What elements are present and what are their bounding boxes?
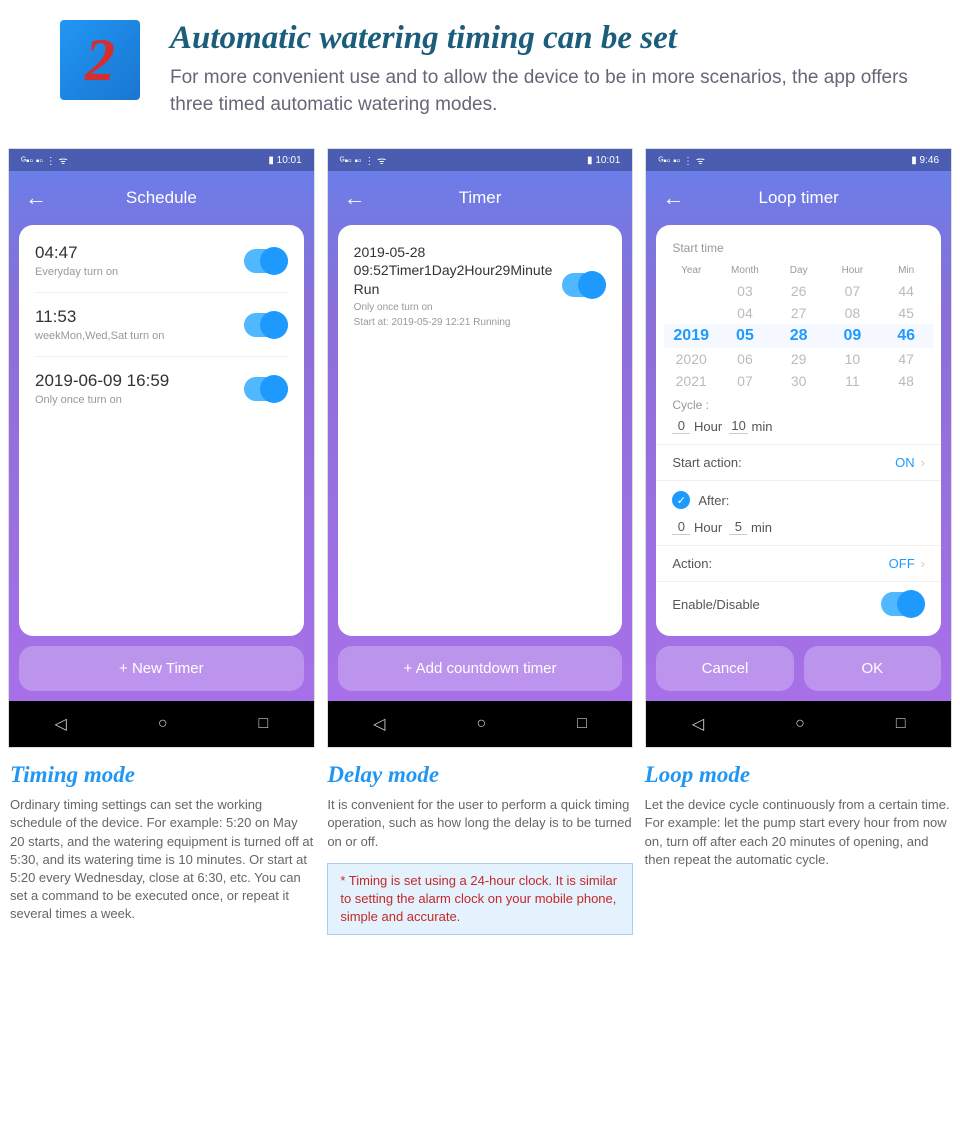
mode-loop: Loop mode Let the device cycle continuou… — [645, 762, 950, 935]
nav-back-icon[interactable]: ◁ — [692, 714, 704, 734]
mode-title: Delay mode — [327, 762, 632, 788]
toggle[interactable] — [244, 377, 288, 401]
start-time-label: Start time — [656, 235, 941, 261]
clock-note: * Timing is set using a 24-hour clock. I… — [327, 863, 632, 936]
status-bar: ᴳ▪▫ ▪▫ ⋮ ᯤ ▮ 10:01 — [9, 149, 314, 171]
after-check-row[interactable]: ✓ After: — [656, 480, 941, 519]
nav-recent-icon[interactable]: □ — [258, 715, 268, 733]
android-navbar: ◁ ○ □ — [9, 701, 314, 747]
toggle[interactable] — [881, 592, 925, 616]
phone-loop: ᴳ▪▫ ▪▫ ⋮ ᯤ ▮ 9:46 ← Loop timer Start tim… — [645, 148, 952, 748]
mode-body: Ordinary timing settings can set the wor… — [10, 796, 315, 923]
action-row[interactable]: Action: OFF › — [656, 545, 941, 581]
back-icon[interactable]: ← — [662, 185, 684, 211]
mode-body: It is convenient for the user to perform… — [327, 796, 632, 851]
status-bar: ᴳ▪▫ ▪▫ ⋮ ᯤ ▮ 10:01 — [328, 149, 633, 171]
back-icon[interactable]: ← — [344, 185, 366, 211]
check-icon[interactable]: ✓ — [672, 491, 690, 509]
toggle[interactable] — [244, 249, 288, 273]
cycle-label: Cycle : — [656, 392, 941, 418]
android-navbar: ◁ ○ □ — [646, 701, 951, 747]
screen-title: Schedule — [47, 188, 276, 208]
nav-recent-icon[interactable]: □ — [577, 715, 587, 733]
phone-schedule: ᴳ▪▫ ▪▫ ⋮ ᯤ ▮ 10:01 ← Schedule 04:47Every… — [8, 148, 315, 748]
signal-icon: ᴳ▪▫ ▪▫ ⋮ ᯤ — [21, 153, 68, 167]
section-number-badge: 2 — [60, 20, 140, 100]
nav-home-icon[interactable]: ○ — [158, 715, 168, 733]
cycle-input[interactable]: 0 Hour 10 min — [656, 418, 941, 444]
back-icon[interactable]: ← — [25, 185, 47, 211]
battery-icon: ▮ — [587, 155, 593, 166]
signal-icon: ᴳ▪▫ ▪▫ ⋮ ᯤ — [340, 153, 387, 167]
nav-home-icon[interactable]: ○ — [476, 715, 486, 733]
screen-title: Loop timer — [684, 188, 913, 208]
mode-title: Timing mode — [10, 762, 315, 788]
section-title: Automatic watering timing can be set — [170, 20, 930, 57]
signal-icon: ᴳ▪▫ ▪▫ ⋮ ᯤ — [658, 153, 705, 167]
toggle[interactable] — [244, 313, 288, 337]
mode-body: Let the device cycle continuously from a… — [645, 796, 950, 869]
cancel-button[interactable]: Cancel — [656, 646, 793, 691]
mode-delay: Delay mode It is convenient for the user… — [327, 762, 632, 935]
screen-title: Timer — [366, 188, 595, 208]
ok-button[interactable]: OK — [804, 646, 941, 691]
new-timer-button[interactable]: + New Timer — [19, 646, 304, 691]
timer-row[interactable]: 2019-05-28 09:52Timer1Day2Hour29Minute R… — [354, 229, 607, 342]
toggle[interactable] — [562, 273, 606, 297]
start-action-row[interactable]: Start action: ON › — [656, 444, 941, 480]
mode-title: Loop mode — [645, 762, 950, 788]
phone-timer: ᴳ▪▫ ▪▫ ⋮ ᯤ ▮ 10:01 ← Timer 2019-05-28 09… — [327, 148, 634, 748]
add-countdown-button[interactable]: + Add countdown timer — [338, 646, 623, 691]
status-bar: ᴳ▪▫ ▪▫ ⋮ ᯤ ▮ 9:46 — [646, 149, 951, 171]
android-navbar: ◁ ○ □ — [328, 701, 633, 747]
enable-row[interactable]: Enable/Disable — [656, 581, 941, 626]
battery-icon: ▮ — [911, 155, 917, 166]
nav-home-icon[interactable]: ○ — [795, 715, 805, 733]
section-subtitle: For more convenient use and to allow the… — [170, 65, 930, 118]
battery-icon: ▮ — [268, 155, 274, 166]
after-input[interactable]: 0 Hour 5 min — [656, 519, 941, 545]
nav-back-icon[interactable]: ◁ — [373, 714, 385, 734]
datetime-picker[interactable]: Year Month Day Hour Min 03260744 0427084… — [656, 261, 941, 392]
nav-recent-icon[interactable]: □ — [896, 715, 906, 733]
schedule-row[interactable]: 11:53weekMon,Wed,Sat turn on — [35, 293, 288, 357]
chevron-right-icon: › — [921, 455, 925, 470]
chevron-right-icon: › — [921, 556, 925, 571]
mode-timing: Timing mode Ordinary timing settings can… — [10, 762, 315, 935]
schedule-row[interactable]: 2019-06-09 16:59Only once turn on — [35, 357, 288, 420]
schedule-row[interactable]: 04:47Everyday turn on — [35, 229, 288, 293]
nav-back-icon[interactable]: ◁ — [55, 714, 67, 734]
